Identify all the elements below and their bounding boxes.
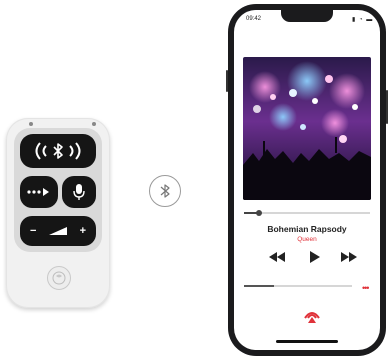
bluetooth-connection-badge xyxy=(149,175,181,207)
song-artist[interactable]: Queen xyxy=(234,236,380,243)
rewind-button[interactable] xyxy=(268,251,286,263)
remote-status-led xyxy=(29,122,33,126)
status-time: 09:42 xyxy=(246,16,262,22)
bluetooth-icon xyxy=(35,142,81,160)
more-options-button[interactable]: ••• xyxy=(362,284,370,293)
fast-forward-icon xyxy=(341,252,357,262)
fast-forward-button[interactable] xyxy=(340,251,358,263)
album-artwork xyxy=(243,57,371,200)
volume-level-icon xyxy=(49,227,67,235)
play-icon xyxy=(310,251,320,263)
bluetooth-icon xyxy=(160,184,170,198)
phone-notch xyxy=(281,10,333,22)
play-button[interactable] xyxy=(306,251,324,263)
song-title: Bohemian Rapsody xyxy=(267,224,347,234)
skip-forward-icon xyxy=(27,188,49,196)
phone-side-button xyxy=(386,90,388,124)
airplay-button[interactable] xyxy=(304,310,320,324)
rewind-icon xyxy=(269,252,285,262)
logo-icon xyxy=(52,271,66,285)
home-indicator xyxy=(276,340,338,343)
volume-slider-fill xyxy=(244,285,275,287)
remote-skip-button[interactable] xyxy=(20,176,58,208)
remote-logo-badge xyxy=(47,266,71,290)
remote-status-led xyxy=(92,122,96,126)
remote-volume-rocker[interactable]: − + xyxy=(20,216,96,246)
status-icons: ▮ ◔ ▬ xyxy=(352,17,374,23)
remote-bluetooth-button[interactable] xyxy=(20,134,96,168)
playback-progress-track[interactable] xyxy=(244,212,370,214)
volume-up-label[interactable]: + xyxy=(80,225,86,237)
remote-microphone-button[interactable] xyxy=(62,176,96,208)
airplay-icon xyxy=(304,312,320,323)
phone-side-button xyxy=(226,70,228,92)
microphone-icon xyxy=(73,184,85,200)
volume-down-label[interactable]: − xyxy=(30,225,36,237)
